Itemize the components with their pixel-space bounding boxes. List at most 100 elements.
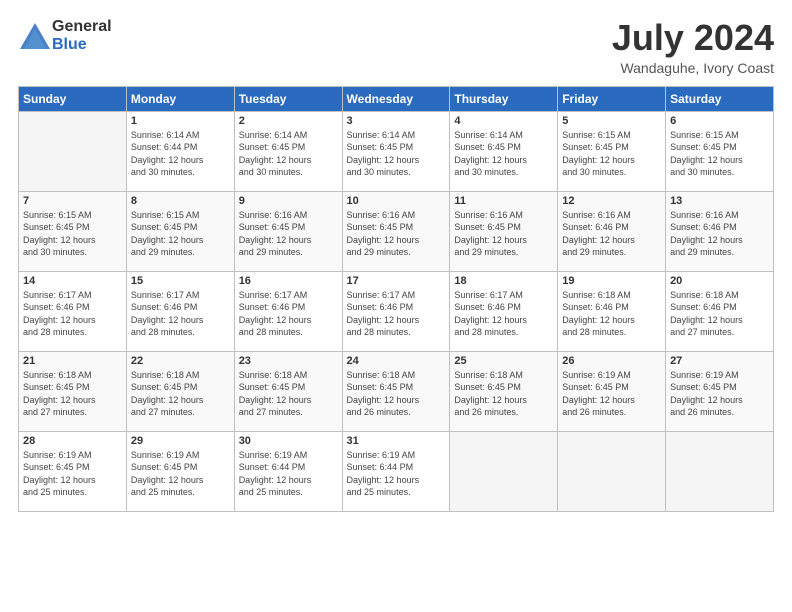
- day-number: 27: [670, 355, 769, 367]
- day-number: 7: [23, 195, 122, 207]
- day-info: Sunrise: 6:18 AM Sunset: 6:46 PM Dayligh…: [562, 289, 661, 339]
- calendar-cell: 23Sunrise: 6:18 AM Sunset: 6:45 PM Dayli…: [234, 351, 342, 431]
- calendar-week-row-4: 21 Sunrise: 6:18 AM Sunset: 6:45 PM Dayli…: [19, 351, 774, 431]
- calendar-cell: 18Sunrise: 6:17 AM Sunset: 6:46 PM Dayli…: [450, 271, 558, 351]
- calendar-cell: 2 Sunrise: 6:14 AM Sunset: 6:45 PM Daylig…: [234, 111, 342, 191]
- logo-general-text: General: [52, 18, 112, 36]
- logo: General Blue: [18, 18, 112, 53]
- calendar-cell: 14 Sunrise: 6:17 AM Sunset: 6:46 PM Dayli…: [19, 271, 127, 351]
- day-info: Sunrise: 6:18 AM Sunset: 6:45 PM Dayligh…: [454, 369, 553, 419]
- day-number: 23: [239, 355, 338, 367]
- calendar-week-row-1: 1 Sunrise: 6:14 AM Sunset: 6:44 PM Daylig…: [19, 111, 774, 191]
- day-number: 21: [23, 355, 122, 367]
- day-info: Sunrise: 6:19 AM Sunset: 6:45 PM Dayligh…: [131, 449, 230, 499]
- day-info: Sunrise: 6:15 AM Sunset: 6:45 PM Dayligh…: [23, 209, 122, 259]
- calendar-cell: 1 Sunrise: 6:14 AM Sunset: 6:44 PM Daylig…: [126, 111, 234, 191]
- calendar-cell: 25Sunrise: 6:18 AM Sunset: 6:45 PM Dayli…: [450, 351, 558, 431]
- day-info: Sunrise: 6:15 AM Sunset: 6:45 PM Dayligh…: [131, 209, 230, 259]
- day-number: 17: [347, 275, 446, 287]
- day-number: 26: [562, 355, 661, 367]
- day-info: Sunrise: 6:14 AM Sunset: 6:45 PM Dayligh…: [347, 129, 446, 179]
- calendar-cell: 30 Sunrise: 6:19 AM Sunset: 6:44 PM Dayli…: [234, 431, 342, 511]
- day-number: 31: [347, 435, 446, 447]
- logo-text: General Blue: [52, 18, 112, 53]
- calendar-cell: 16Sunrise: 6:17 AM Sunset: 6:46 PM Dayli…: [234, 271, 342, 351]
- day-number: 14: [23, 275, 122, 287]
- col-thursday: Thursday: [450, 86, 558, 111]
- day-number: 30: [239, 435, 338, 447]
- calendar-cell: [19, 111, 127, 191]
- calendar-cell: 20 Sunrise: 6:18 AM Sunset: 6:46 PM Dayli…: [666, 271, 774, 351]
- calendar-cell: [450, 431, 558, 511]
- day-number: 6: [670, 115, 769, 127]
- calendar-week-row-2: 7 Sunrise: 6:15 AM Sunset: 6:45 PM Daylig…: [19, 191, 774, 271]
- calendar-cell: 9 Sunrise: 6:16 AM Sunset: 6:45 PM Daylig…: [234, 191, 342, 271]
- location-title: Wandaguhe, Ivory Coast: [612, 60, 774, 76]
- day-info: Sunrise: 6:14 AM Sunset: 6:45 PM Dayligh…: [454, 129, 553, 179]
- calendar-cell: 7 Sunrise: 6:15 AM Sunset: 6:45 PM Daylig…: [19, 191, 127, 271]
- calendar-cell: 28 Sunrise: 6:19 AM Sunset: 6:45 PM Dayli…: [19, 431, 127, 511]
- day-info: Sunrise: 6:17 AM Sunset: 6:46 PM Dayligh…: [131, 289, 230, 339]
- calendar-table: Sunday Monday Tuesday Wednesday Thursday…: [18, 86, 774, 512]
- day-info: Sunrise: 6:19 AM Sunset: 6:45 PM Dayligh…: [562, 369, 661, 419]
- day-number: 24: [347, 355, 446, 367]
- calendar-cell: 15 Sunrise: 6:17 AM Sunset: 6:46 PM Dayli…: [126, 271, 234, 351]
- day-number: 10: [347, 195, 446, 207]
- col-sunday: Sunday: [19, 86, 127, 111]
- calendar-week-row-5: 28 Sunrise: 6:19 AM Sunset: 6:45 PM Dayli…: [19, 431, 774, 511]
- day-number: 29: [131, 435, 230, 447]
- day-number: 9: [239, 195, 338, 207]
- day-number: 20: [670, 275, 769, 287]
- day-number: 28: [23, 435, 122, 447]
- day-number: 15: [131, 275, 230, 287]
- logo-icon: [18, 21, 48, 51]
- calendar-cell: 11Sunrise: 6:16 AM Sunset: 6:45 PM Dayli…: [450, 191, 558, 271]
- calendar-cell: 13Sunrise: 6:16 AM Sunset: 6:46 PM Dayli…: [666, 191, 774, 271]
- day-info: Sunrise: 6:15 AM Sunset: 6:45 PM Dayligh…: [670, 129, 769, 179]
- day-info: Sunrise: 6:15 AM Sunset: 6:45 PM Dayligh…: [562, 129, 661, 179]
- day-number: 1: [131, 115, 230, 127]
- calendar-header-row: Sunday Monday Tuesday Wednesday Thursday…: [19, 86, 774, 111]
- col-monday: Monday: [126, 86, 234, 111]
- day-info: Sunrise: 6:17 AM Sunset: 6:46 PM Dayligh…: [23, 289, 122, 339]
- day-number: 19: [562, 275, 661, 287]
- calendar-cell: 24 Sunrise: 6:18 AM Sunset: 6:45 PM Dayli…: [342, 351, 450, 431]
- day-info: Sunrise: 6:14 AM Sunset: 6:44 PM Dayligh…: [131, 129, 230, 179]
- col-wednesday: Wednesday: [342, 86, 450, 111]
- day-info: Sunrise: 6:19 AM Sunset: 6:45 PM Dayligh…: [23, 449, 122, 499]
- day-info: Sunrise: 6:19 AM Sunset: 6:45 PM Dayligh…: [670, 369, 769, 419]
- calendar-cell: 31 Sunrise: 6:19 AM Sunset: 6:44 PM Dayli…: [342, 431, 450, 511]
- day-info: Sunrise: 6:19 AM Sunset: 6:44 PM Dayligh…: [347, 449, 446, 499]
- month-year-title: July 2024: [612, 18, 774, 58]
- day-number: 3: [347, 115, 446, 127]
- logo-blue-text: Blue: [52, 36, 112, 54]
- day-info: Sunrise: 6:16 AM Sunset: 6:46 PM Dayligh…: [670, 209, 769, 259]
- calendar-cell: 4Sunrise: 6:14 AM Sunset: 6:45 PM Daylig…: [450, 111, 558, 191]
- day-info: Sunrise: 6:18 AM Sunset: 6:46 PM Dayligh…: [670, 289, 769, 339]
- page: General Blue July 2024 Wandaguhe, Ivory …: [0, 0, 792, 612]
- day-number: 16: [239, 275, 338, 287]
- day-info: Sunrise: 6:17 AM Sunset: 6:46 PM Dayligh…: [347, 289, 446, 339]
- calendar-cell: 21 Sunrise: 6:18 AM Sunset: 6:45 PM Dayli…: [19, 351, 127, 431]
- day-number: 2: [239, 115, 338, 127]
- calendar-cell: 27 Sunrise: 6:19 AM Sunset: 6:45 PM Dayli…: [666, 351, 774, 431]
- col-tuesday: Tuesday: [234, 86, 342, 111]
- calendar-cell: 19 Sunrise: 6:18 AM Sunset: 6:46 PM Dayli…: [558, 271, 666, 351]
- day-info: Sunrise: 6:19 AM Sunset: 6:44 PM Dayligh…: [239, 449, 338, 499]
- calendar-cell: 10Sunrise: 6:16 AM Sunset: 6:45 PM Dayli…: [342, 191, 450, 271]
- day-number: 5: [562, 115, 661, 127]
- calendar-cell: 6 Sunrise: 6:15 AM Sunset: 6:45 PM Daylig…: [666, 111, 774, 191]
- calendar-cell: 12 Sunrise: 6:16 AM Sunset: 6:46 PM Dayli…: [558, 191, 666, 271]
- day-number: 12: [562, 195, 661, 207]
- day-info: Sunrise: 6:14 AM Sunset: 6:45 PM Dayligh…: [239, 129, 338, 179]
- day-info: Sunrise: 6:18 AM Sunset: 6:45 PM Dayligh…: [131, 369, 230, 419]
- calendar-week-row-3: 14 Sunrise: 6:17 AM Sunset: 6:46 PM Dayli…: [19, 271, 774, 351]
- day-number: 11: [454, 195, 553, 207]
- day-info: Sunrise: 6:16 AM Sunset: 6:46 PM Dayligh…: [562, 209, 661, 259]
- day-info: Sunrise: 6:18 AM Sunset: 6:45 PM Dayligh…: [347, 369, 446, 419]
- calendar-cell: 26 Sunrise: 6:19 AM Sunset: 6:45 PM Dayli…: [558, 351, 666, 431]
- day-info: Sunrise: 6:16 AM Sunset: 6:45 PM Dayligh…: [239, 209, 338, 259]
- day-info: Sunrise: 6:18 AM Sunset: 6:45 PM Dayligh…: [23, 369, 122, 419]
- col-friday: Friday: [558, 86, 666, 111]
- calendar-cell: 22Sunrise: 6:18 AM Sunset: 6:45 PM Dayli…: [126, 351, 234, 431]
